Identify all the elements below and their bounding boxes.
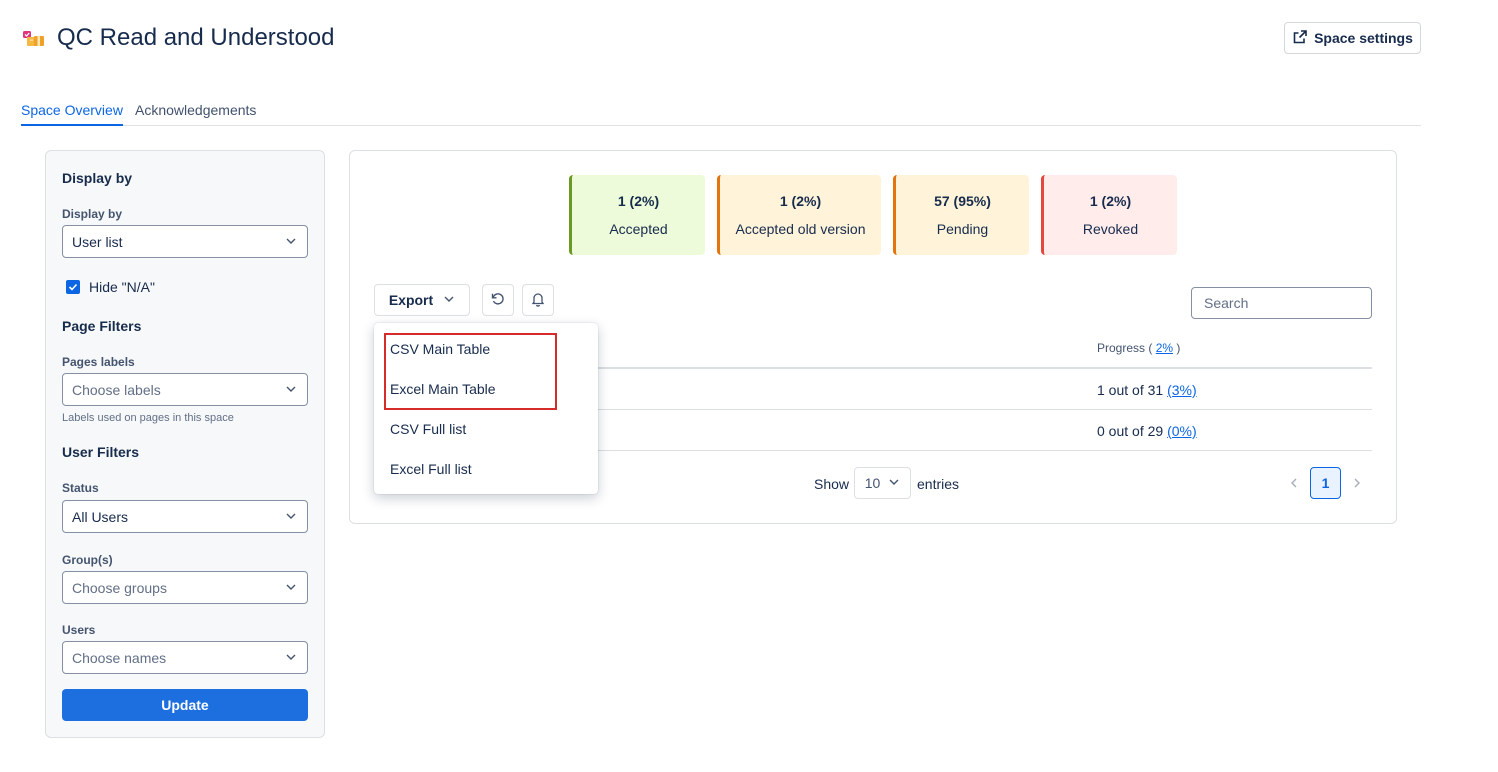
chevron-down-icon: [443, 292, 455, 308]
pages-labels-help: Labels used on pages in this space: [62, 412, 234, 424]
status-select[interactable]: All Users: [62, 500, 308, 533]
stat-label: Revoked: [1082, 221, 1139, 237]
display-by-value: User list: [72, 233, 123, 250]
export-excel-main-table[interactable]: Excel Main Table: [374, 369, 598, 409]
groups-label: Group(s): [62, 553, 113, 567]
pages-labels-label: Pages labels: [62, 355, 135, 369]
users-placeholder: Choose names: [72, 649, 167, 666]
bell-icon: [530, 291, 546, 310]
notify-button[interactable]: [522, 284, 554, 316]
stat-card-revoked[interactable]: 1 (2%) Revoked: [1041, 175, 1177, 255]
display-by-label: Display by: [62, 207, 123, 221]
page-size-value: 10: [864, 475, 881, 491]
stat-label: Accepted old version: [735, 221, 866, 237]
chevron-down-icon: [888, 475, 900, 491]
progress-percent-link[interactable]: (3%): [1167, 382, 1197, 398]
stat-value: 1 (2%): [617, 193, 660, 209]
previous-page-icon[interactable]: [1288, 476, 1300, 490]
stat-value: 57 (95%): [934, 193, 991, 209]
stat-label: Accepted: [609, 221, 668, 237]
export-dropdown-menu: CSV Main Table Excel Main Table CSV Full…: [374, 323, 598, 494]
space-settings-label: Space settings: [1314, 30, 1413, 46]
refresh-button[interactable]: [482, 284, 514, 316]
chevron-down-icon: [285, 382, 297, 398]
space-emoji-icon: [22, 30, 46, 50]
pages-labels-select[interactable]: Choose labels: [62, 373, 308, 406]
stat-card-accepted-old-version[interactable]: 1 (2%) Accepted old version: [717, 175, 881, 255]
hide-na-checkbox-row[interactable]: Hide "N/A": [66, 279, 155, 295]
tab-acknowledgements[interactable]: Acknowledgements: [135, 102, 256, 124]
export-button[interactable]: Export: [374, 284, 470, 316]
groups-select[interactable]: Choose groups: [62, 571, 308, 604]
show-label: Show: [814, 476, 850, 492]
display-by-select[interactable]: User list: [62, 225, 308, 258]
stat-value: 1 (2%): [1089, 193, 1132, 209]
progress-header-prefix: Progress (: [1097, 341, 1153, 355]
pages-labels-placeholder: Choose labels: [72, 381, 161, 398]
page-filters-heading: Page Filters: [62, 318, 142, 334]
users-select[interactable]: Choose names: [62, 641, 308, 674]
table-row: 1 out of 31 (3%): [1097, 382, 1197, 398]
export-label: Export: [388, 292, 434, 308]
page-title: QC Read and Understood: [57, 24, 335, 51]
export-csv-main-table[interactable]: CSV Main Table: [374, 329, 598, 369]
user-filters-heading: User Filters: [62, 444, 140, 460]
status-label: Status: [62, 481, 99, 495]
tab-bar: Space Overview Acknowledgements: [21, 100, 1421, 126]
page-number-current[interactable]: 1: [1310, 467, 1341, 499]
chevron-down-icon: [285, 580, 297, 596]
external-link-icon: [1292, 29, 1308, 48]
refresh-icon: [490, 291, 506, 310]
tab-space-overview[interactable]: Space Overview: [21, 102, 123, 126]
update-button[interactable]: Update: [62, 689, 308, 721]
hide-na-label: Hide "N/A": [89, 279, 155, 295]
chevron-down-icon: [285, 650, 297, 666]
stat-value: 1 (2%): [779, 193, 822, 209]
progress-text: 0 out of 29: [1097, 423, 1164, 439]
progress-header-suffix: ): [1176, 341, 1181, 355]
chevron-down-icon: [285, 509, 297, 525]
users-label: Users: [62, 623, 96, 637]
stat-card-pending[interactable]: 57 (95%) Pending: [893, 175, 1029, 255]
status-value: All Users: [72, 508, 129, 525]
filter-sidebar: Display by Display by User list Hide "N/…: [45, 150, 325, 738]
display-by-heading: Display by: [62, 170, 133, 186]
progress-header-link[interactable]: 2%: [1156, 341, 1173, 355]
export-excel-full-list[interactable]: Excel Full list: [374, 449, 598, 489]
stat-card-accepted[interactable]: 1 (2%) Accepted: [569, 175, 705, 255]
progress-text: 1 out of 31: [1097, 382, 1164, 398]
table-row: 0 out of 29 (0%): [1097, 423, 1197, 439]
page-size-select[interactable]: 10: [854, 467, 911, 499]
entries-label: entries: [917, 476, 960, 492]
search-input[interactable]: [1191, 287, 1372, 319]
export-csv-full-list[interactable]: CSV Full list: [374, 409, 598, 449]
progress-percent-link[interactable]: (0%): [1167, 423, 1197, 439]
groups-placeholder: Choose groups: [72, 579, 167, 596]
hide-na-checkbox[interactable]: [66, 280, 80, 294]
space-settings-button[interactable]: Space settings: [1284, 22, 1421, 54]
stat-label: Pending: [936, 221, 989, 237]
chevron-down-icon: [285, 234, 297, 250]
next-page-icon[interactable]: [1351, 476, 1363, 490]
progress-column-header[interactable]: Progress ( 2% ): [1097, 341, 1180, 355]
